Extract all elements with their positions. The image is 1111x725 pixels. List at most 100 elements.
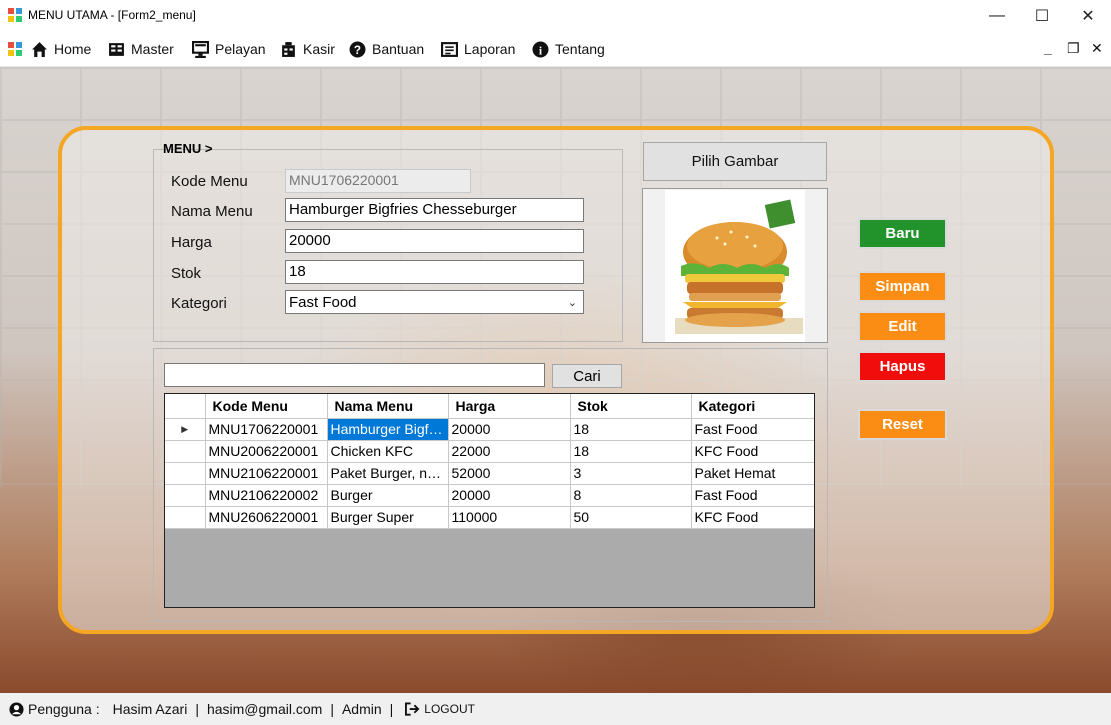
row-header-corner (165, 394, 206, 419)
cell-stok[interactable]: 18 (570, 418, 692, 441)
menu-pelayan[interactable]: Pelayan (192, 31, 266, 67)
menu-kasir[interactable]: Kasir (280, 31, 335, 67)
row-header[interactable] (165, 440, 206, 463)
cell-kategori[interactable]: Fast Food (691, 418, 814, 441)
cell-nama[interactable]: Burger (327, 484, 449, 507)
current-row-icon: ▶ (165, 418, 206, 441)
kategori-label: Kategori (171, 295, 227, 312)
baru-button[interactable]: Baru (858, 218, 947, 249)
cell-kode[interactable]: MNU2106220001 (205, 462, 328, 485)
cell-kategori[interactable]: KFC Food (691, 440, 814, 463)
table-row[interactable]: MNU2606220001 Burger Super 110000 50 KFC… (165, 506, 814, 529)
svg-text:?: ? (354, 43, 361, 56)
separator: | (195, 701, 199, 717)
cell-kode[interactable]: MNU2606220001 (205, 506, 328, 529)
kode-menu-field[interactable]: MNU1706220001 (285, 169, 471, 193)
mdi-close-button[interactable]: ✕ (1091, 40, 1103, 57)
cell-kategori[interactable]: Fast Food (691, 484, 814, 507)
pilih-gambar-button[interactable]: Pilih Gambar (643, 142, 827, 181)
menu-bar: Home Master Pelayan Kasir ? Bantuan Lapo… (0, 31, 1111, 67)
column-header-nama-menu[interactable]: Nama Menu (327, 394, 449, 419)
menu-home[interactable]: Home (31, 31, 91, 67)
cell-harga[interactable]: 22000 (448, 440, 571, 463)
menu-kasir-label: Kasir (303, 41, 335, 57)
close-button[interactable]: ✕ (1065, 0, 1111, 31)
burger-image (665, 190, 805, 342)
stok-input[interactable]: 18 (285, 260, 584, 284)
edit-button[interactable]: Edit (858, 311, 947, 342)
grid-header-row: Kode Menu Nama Menu Harga Stok Kategori (165, 394, 814, 419)
kasir-icon (282, 41, 295, 57)
row-header[interactable] (165, 484, 206, 507)
menu-master[interactable]: Master (108, 31, 174, 67)
cell-stok[interactable]: 50 (570, 506, 692, 529)
pengguna-label: Pengguna : (28, 701, 100, 717)
row-header[interactable] (165, 462, 206, 485)
cell-stok[interactable]: 3 (570, 462, 692, 485)
cell-nama[interactable]: Burger Super (327, 506, 449, 529)
cell-harga[interactable]: 20000 (448, 484, 571, 507)
cell-nama-selected[interactable]: Hamburger Bigfri... (327, 418, 449, 441)
info-icon: i (532, 41, 549, 57)
cell-kode[interactable]: MNU2006220001 (205, 440, 328, 463)
column-header-stok[interactable]: Stok (570, 394, 692, 419)
logout-button[interactable]: LOGOUT (405, 702, 475, 716)
menu-master-label: Master (131, 41, 174, 57)
column-header-kategori[interactable]: Kategori (691, 394, 814, 419)
table-row[interactable]: MNU2106220001 Paket Burger, nu... 52000 … (165, 462, 814, 485)
separator: | (389, 701, 394, 717)
nama-menu-label: Nama Menu (171, 203, 253, 220)
row-header[interactable] (165, 506, 206, 529)
menu-data-grid[interactable]: Kode Menu Nama Menu Harga Stok Kategori … (164, 393, 815, 608)
kategori-selected-value: Fast Food (289, 293, 357, 311)
harga-input[interactable]: 20000 (285, 229, 584, 253)
separator: | (330, 701, 334, 717)
menu-tentang-label: Tentang (555, 41, 605, 57)
mdi-minimize-button[interactable]: _ (1044, 40, 1052, 56)
search-input[interactable] (164, 363, 545, 387)
cari-button[interactable]: Cari (552, 364, 622, 388)
cell-harga[interactable]: 110000 (448, 506, 571, 529)
cell-kode[interactable]: MNU1706220001 (205, 418, 328, 441)
harga-label: Harga (171, 234, 212, 251)
nama-menu-input[interactable]: Hamburger Bigfries Chesseburger (285, 198, 584, 222)
simpan-button[interactable]: Simpan (858, 271, 947, 302)
mdi-restore-button[interactable]: ❐ (1067, 40, 1080, 57)
menu-laporan[interactable]: Laporan (441, 31, 515, 67)
cell-nama[interactable]: Chicken KFC (327, 440, 449, 463)
table-row[interactable]: MNU2106220002 Burger 20000 8 Fast Food (165, 484, 814, 507)
menu-bantuan[interactable]: ? Bantuan (349, 31, 424, 67)
cell-harga[interactable]: 20000 (448, 418, 571, 441)
report-icon (441, 41, 458, 57)
menu-bantuan-label: Bantuan (372, 41, 425, 57)
table-row[interactable]: ▶ MNU1706220001 Hamburger Bigfri... 2000… (165, 418, 814, 441)
column-header-kode-menu[interactable]: Kode Menu (205, 394, 328, 419)
cell-stok[interactable]: 18 (570, 440, 692, 463)
home-icon (32, 41, 47, 57)
cell-stok[interactable]: 8 (570, 484, 692, 507)
hapus-button[interactable]: Hapus (858, 351, 947, 382)
menu-image-box[interactable] (642, 188, 828, 343)
maximize-button[interactable]: ☐ (1019, 0, 1065, 31)
cell-kode[interactable]: MNU2106220002 (205, 484, 328, 507)
help-icon: ? (349, 41, 366, 57)
cell-kategori[interactable]: KFC Food (691, 506, 814, 529)
cell-kategori[interactable]: Paket Hemat (691, 462, 814, 485)
cell-harga[interactable]: 52000 (448, 462, 571, 485)
column-header-harga[interactable]: Harga (448, 394, 571, 419)
cell-nama[interactable]: Paket Burger, nu... (327, 462, 449, 485)
table-row[interactable]: MNU2006220001 Chicken KFC 22000 18 KFC F… (165, 440, 814, 463)
menu-tentang[interactable]: i Tentang (532, 31, 605, 67)
pelayan-icon (192, 40, 209, 58)
user-email: hasim@gmail.com (206, 701, 323, 717)
user-name: Hasim Azari (112, 701, 188, 717)
status-bar: Pengguna : Hasim Azari | hasim@gmail.com… (0, 693, 1111, 725)
window-title: MENU UTAMA - [Form2_menu] (28, 8, 196, 22)
chevron-down-icon: ⌄ (567, 296, 577, 309)
master-icon (109, 42, 124, 56)
menu-home-label: Home (54, 41, 92, 57)
kategori-select[interactable]: Fast Food ⌄ (285, 290, 584, 314)
stok-label: Stok (171, 265, 202, 282)
reset-button[interactable]: Reset (858, 409, 947, 440)
minimize-button[interactable]: — (974, 0, 1020, 31)
